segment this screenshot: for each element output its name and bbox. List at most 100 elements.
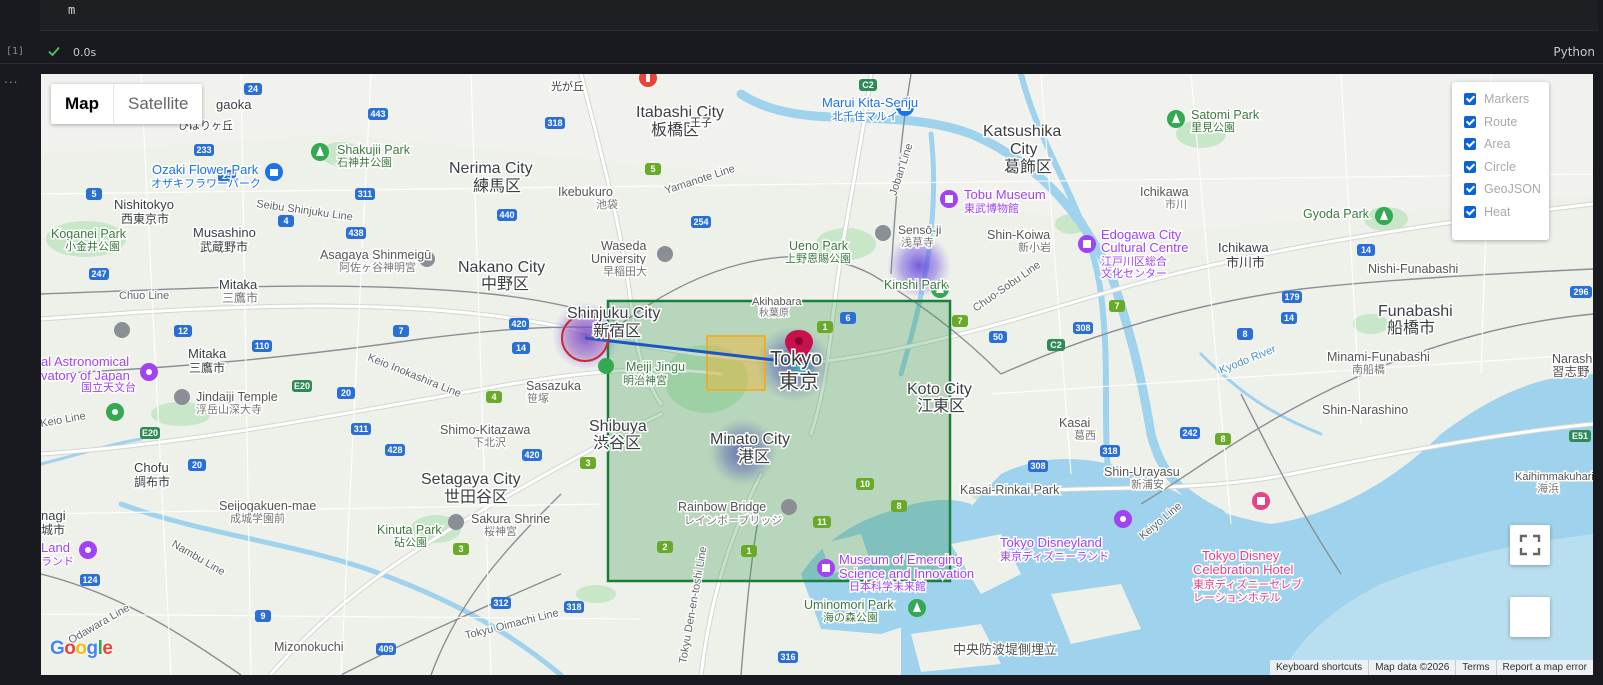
svg-text:Cultural Centre: Cultural Centre bbox=[1101, 240, 1188, 255]
svg-text:レーションホテル: レーションホテル bbox=[1193, 591, 1281, 604]
svg-text:7: 7 bbox=[1114, 301, 1119, 311]
code-line[interactable]: m bbox=[68, 3, 75, 17]
label-musashino-jp: 武蔵野市 bbox=[200, 239, 248, 254]
svg-text:Narashi: Narashi bbox=[1552, 352, 1593, 366]
svg-text:Asagaya Shinmeigū: Asagaya Shinmeigū bbox=[320, 248, 431, 262]
notebook-code-cell[interactable]: m [1] 0.0s Python bbox=[0, 0, 1603, 63]
svg-text:葛西: 葛西 bbox=[1074, 429, 1096, 442]
checkbox-checked-icon[interactable] bbox=[1464, 160, 1476, 173]
checkbox-checked-icon[interactable] bbox=[1464, 138, 1476, 151]
svg-text:3: 3 bbox=[585, 458, 590, 468]
code-editor[interactable]: m bbox=[40, 0, 1598, 31]
svg-text:Shakujii Park: Shakujii Park bbox=[337, 143, 411, 157]
checkbox-checked-icon[interactable] bbox=[1464, 205, 1476, 218]
terms-link[interactable]: Terms bbox=[1455, 660, 1495, 675]
svg-text:5: 5 bbox=[650, 164, 655, 174]
checkbox-checked-icon[interactable] bbox=[1464, 183, 1476, 196]
svg-text:9: 9 bbox=[260, 611, 265, 621]
checkbox-checked-icon[interactable] bbox=[1464, 93, 1476, 106]
street-view-button[interactable] bbox=[1510, 597, 1550, 637]
svg-text:Museum of Emerging: Museum of Emerging bbox=[839, 552, 963, 567]
layer-toggle-circle[interactable]: Circle bbox=[1452, 156, 1549, 179]
svg-text:阿佐ヶ谷神明宮: 阿佐ヶ谷神明宮 bbox=[339, 260, 416, 274]
svg-text:247: 247 bbox=[91, 269, 106, 279]
svg-text:Celebration Hotel: Celebration Hotel bbox=[1193, 562, 1294, 577]
report-map-error-link[interactable]: Report a map error bbox=[1495, 660, 1593, 675]
svg-text:C2: C2 bbox=[862, 80, 874, 90]
map-type-control: Map Satellite bbox=[51, 84, 203, 124]
label-shinjuku: Shinjuku City bbox=[567, 305, 660, 322]
svg-text:308: 308 bbox=[1030, 461, 1045, 471]
svg-text:11: 11 bbox=[817, 517, 827, 527]
svg-text:Akihabara: Akihabara bbox=[752, 296, 802, 308]
cell-divider bbox=[0, 63, 1603, 64]
map-type-map-button[interactable]: Map bbox=[51, 84, 113, 124]
svg-text:東京ディズニーセレブ: 東京ディズニーセレブ bbox=[1193, 577, 1302, 591]
svg-text:443: 443 bbox=[370, 109, 385, 119]
svg-text:242: 242 bbox=[1182, 428, 1197, 438]
area-polygon[interactable] bbox=[706, 335, 766, 391]
output-gutter-more-icon[interactable]: ... bbox=[4, 72, 18, 86]
svg-text:上野恩賜公園: 上野恩賜公園 bbox=[785, 252, 851, 265]
svg-text:Kaihimmakuhari: Kaihimmakuhari bbox=[1515, 471, 1593, 483]
svg-text:420: 420 bbox=[511, 319, 526, 329]
label-funabashi: Funabashi bbox=[1378, 303, 1453, 320]
svg-text:中央防波堤側埋立: 中央防波堤側埋立 bbox=[953, 642, 1057, 657]
svg-text:Land: Land bbox=[41, 540, 70, 555]
svg-text:池袋: 池袋 bbox=[596, 197, 618, 211]
svg-text:Tokyo Disneyland: Tokyo Disneyland bbox=[1000, 535, 1102, 550]
map-canvas[interactable]: 24 443 318 233 25 5 311 440 438 4 247 12… bbox=[41, 74, 1593, 675]
label-tokyo: Tokyo bbox=[770, 348, 822, 370]
execution-time: 0.0s bbox=[73, 46, 97, 59]
svg-text:308: 308 bbox=[1075, 323, 1090, 333]
keyboard-shortcuts-link[interactable]: Keyboard shortcuts bbox=[1270, 660, 1368, 675]
svg-text:440: 440 bbox=[499, 210, 514, 220]
layer-toggle-geojson[interactable]: GeoJSON bbox=[1452, 178, 1549, 201]
svg-text:Satomi Park: Satomi Park bbox=[1191, 108, 1260, 122]
svg-text:市川: 市川 bbox=[1165, 197, 1187, 211]
label-katsushika-2: City bbox=[1010, 141, 1038, 158]
label-tokyo-jp: 東京 bbox=[779, 370, 819, 393]
checkbox-checked-icon[interactable] bbox=[1464, 115, 1476, 128]
layer-toggle-route[interactable]: Route bbox=[1452, 111, 1549, 134]
label-katsushika-jp: 葛飾区 bbox=[1004, 158, 1052, 176]
fullscreen-button[interactable] bbox=[1510, 525, 1550, 565]
svg-text:6: 6 bbox=[845, 313, 850, 323]
svg-text:316: 316 bbox=[780, 652, 795, 662]
svg-text:Ichikawa: Ichikawa bbox=[1140, 185, 1189, 199]
label-mitaka-top: Mitaka bbox=[219, 277, 258, 292]
map-output[interactable]: 24 443 318 233 25 5 311 440 438 4 247 12… bbox=[41, 74, 1593, 675]
layer-toggle-markers[interactable]: Markers bbox=[1452, 88, 1549, 111]
label-nerima: Nerima City bbox=[449, 160, 533, 177]
svg-text:311: 311 bbox=[358, 189, 373, 199]
svg-text:University: University bbox=[591, 252, 647, 266]
svg-text:Minami-Funabashi: Minami-Funabashi bbox=[1327, 350, 1430, 364]
svg-text:110: 110 bbox=[255, 341, 270, 351]
svg-text:C2: C2 bbox=[1050, 340, 1062, 350]
layer-toggle-area[interactable]: Area bbox=[1452, 133, 1549, 156]
svg-text:Seijogakuen-mae: Seijogakuen-mae bbox=[219, 499, 316, 513]
svg-text:Kinuta Park: Kinuta Park bbox=[377, 523, 442, 537]
svg-text:Uminomori Park: Uminomori Park bbox=[804, 598, 894, 612]
svg-text:E20: E20 bbox=[294, 381, 310, 391]
label-nerima-jp: 練馬区 bbox=[473, 177, 521, 195]
svg-text:ランド: ランド bbox=[41, 556, 74, 568]
svg-text:Ikebukuro: Ikebukuro bbox=[558, 185, 613, 199]
svg-text:8: 8 bbox=[896, 501, 901, 511]
language-label[interactable]: Python bbox=[1553, 45, 1595, 59]
svg-text:7: 7 bbox=[957, 316, 962, 326]
label-katsushika: Katsushika bbox=[983, 123, 1061, 140]
label-nagi-jp: 城市 bbox=[41, 522, 65, 537]
svg-text:10: 10 bbox=[860, 479, 870, 489]
svg-text:409: 409 bbox=[378, 644, 393, 654]
svg-text:233: 233 bbox=[196, 145, 211, 155]
layer-toggle-heat[interactable]: Heat bbox=[1452, 201, 1549, 224]
svg-text:al Astronomical: al Astronomical bbox=[41, 354, 129, 369]
svg-text:Kinshi Park: Kinshi Park bbox=[884, 278, 948, 292]
svg-text:Science and Innovation: Science and Innovation bbox=[839, 566, 974, 581]
label-chofu: Chofu bbox=[134, 460, 169, 475]
map-type-satellite-button[interactable]: Satellite bbox=[113, 84, 202, 124]
google-logo: Google bbox=[50, 638, 113, 659]
map-attribution: Keyboard shortcuts Map data ©2026 Terms … bbox=[1270, 660, 1593, 675]
svg-text:Kasai-Rinkai Park: Kasai-Rinkai Park bbox=[960, 483, 1060, 497]
